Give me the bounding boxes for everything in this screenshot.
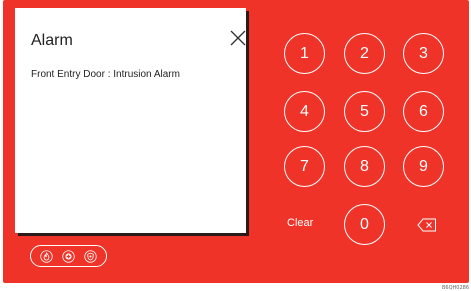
key-0[interactable]: 0 bbox=[344, 204, 385, 245]
backspace-icon bbox=[417, 218, 436, 232]
close-icon bbox=[230, 30, 246, 46]
key-7[interactable]: 7 bbox=[284, 146, 325, 187]
key-9[interactable]: 9 bbox=[403, 146, 444, 187]
medical-icon bbox=[62, 249, 75, 263]
key-5[interactable]: 5 bbox=[344, 91, 385, 132]
key-8[interactable]: 8 bbox=[344, 146, 385, 187]
backspace-button[interactable] bbox=[417, 218, 437, 232]
alarm-message: Front Entry Door : Intrusion Alarm bbox=[31, 69, 180, 80]
clear-button[interactable]: Clear bbox=[287, 217, 313, 229]
key-1[interactable]: 1 bbox=[284, 33, 325, 74]
alarm-status-bar[interactable] bbox=[30, 245, 107, 267]
key-6[interactable]: 6 bbox=[403, 91, 444, 132]
police-shield-icon bbox=[84, 249, 97, 263]
keypad-panel: Alarm Front Entry Door : Intrusion Alarm… bbox=[3, 0, 469, 283]
close-button[interactable] bbox=[229, 29, 247, 47]
key-3[interactable]: 3 bbox=[403, 33, 444, 74]
key-4[interactable]: 4 bbox=[284, 91, 325, 132]
key-2[interactable]: 2 bbox=[344, 33, 385, 74]
alarm-dialog: Alarm Front Entry Door : Intrusion Alarm bbox=[15, 8, 246, 233]
image-code: B6QH0286 bbox=[441, 285, 469, 291]
alarm-title: Alarm bbox=[31, 32, 73, 49]
fire-icon bbox=[40, 249, 53, 263]
